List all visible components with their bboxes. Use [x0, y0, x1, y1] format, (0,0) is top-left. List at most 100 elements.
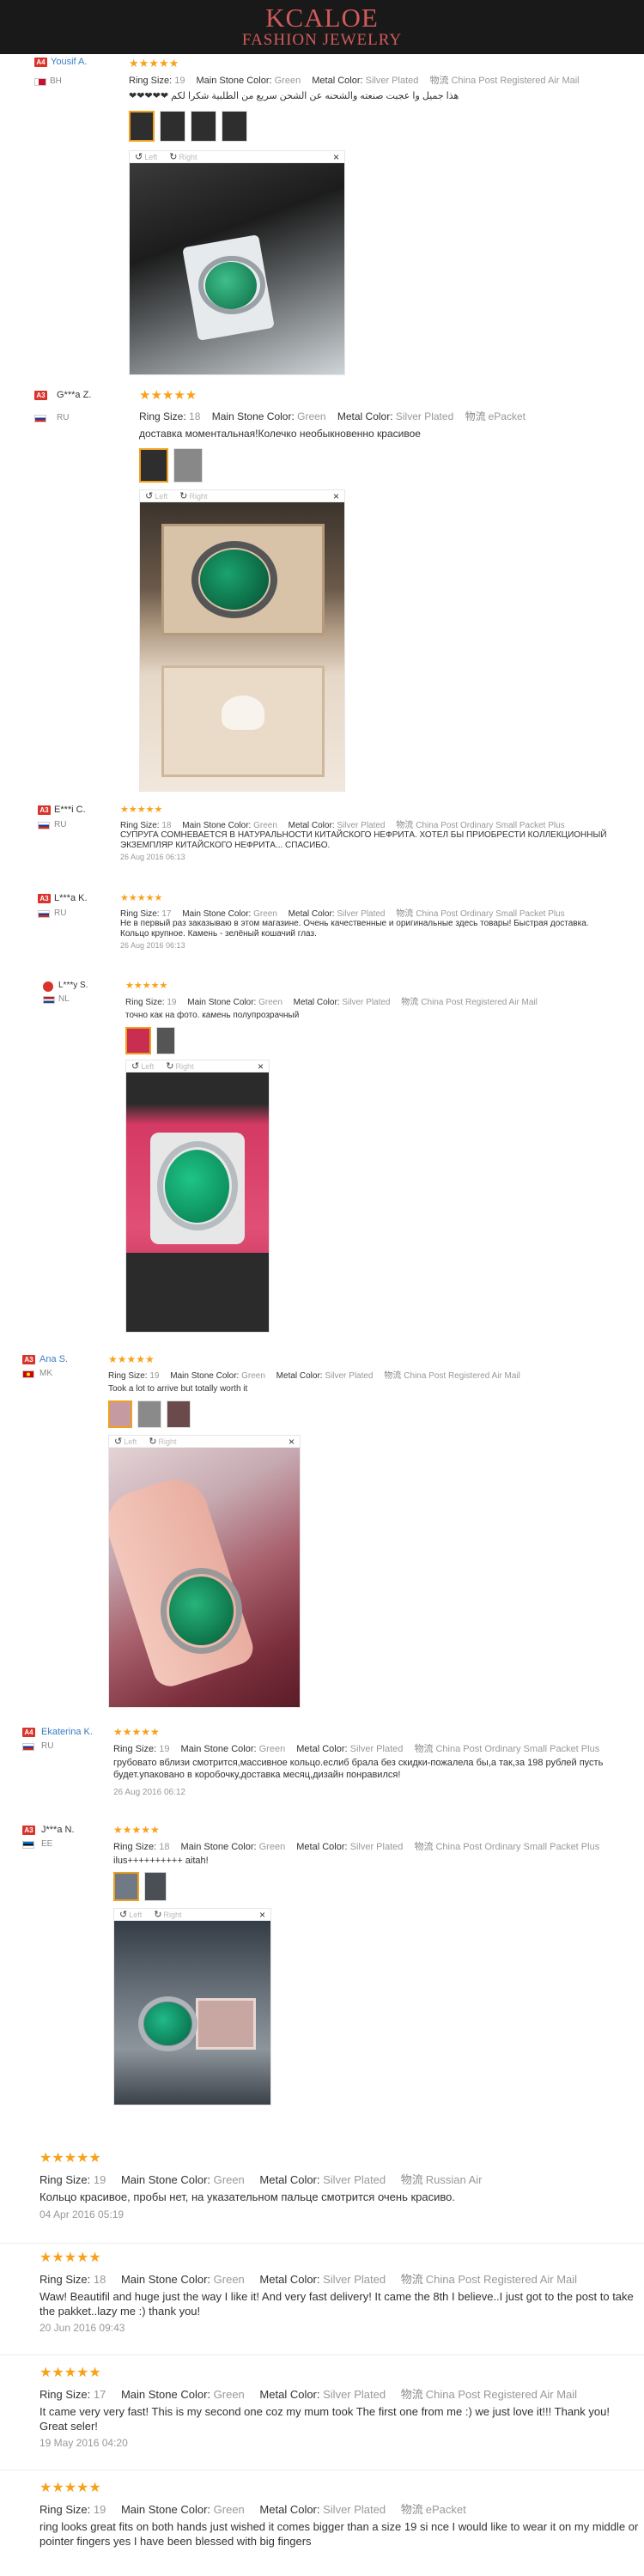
metal-color-label: Metal Color: — [276, 1371, 323, 1381]
stone-color-value: Green — [213, 2388, 245, 2401]
ring-size-label: Ring Size: — [39, 2503, 91, 2516]
photo-thumbnail[interactable] — [144, 1872, 167, 1901]
photo-thumbnail[interactable] — [108, 1400, 132, 1428]
photo-thumbnail[interactable] — [156, 1027, 175, 1054]
rotate-right-button[interactable]: ↻ Right — [154, 1909, 181, 1920]
star-rating: ★★★★★ — [125, 981, 168, 991]
photo-thumbnail[interactable] — [222, 111, 247, 142]
reviewer-name[interactable]: Ekaterina K. — [41, 1727, 93, 1737]
store-header: KCALOE FASHION JEWELRY — [0, 0, 644, 54]
photo-thumbnail[interactable] — [167, 1400, 191, 1428]
reviewer-name[interactable]: Yousif A. — [51, 57, 87, 67]
reviewer-name[interactable]: L***y S. — [58, 981, 88, 990]
ring-size-value: 17 — [161, 909, 172, 919]
photo-thumbnail[interactable] — [160, 111, 185, 142]
country-code: BH — [50, 76, 62, 86]
rotate-right-button[interactable]: ↻ Right — [149, 1436, 176, 1447]
reviewer-name[interactable]: J***a N. — [41, 1825, 75, 1835]
review-photo — [109, 1448, 300, 1707]
stone-color-value: Green — [253, 821, 277, 830]
country-code: RU — [41, 1741, 54, 1751]
ring-size-label: Ring Size: — [39, 2173, 91, 2186]
photo-thumbnail[interactable] — [173, 448, 203, 483]
metal-color-label: Metal Color: — [259, 2503, 320, 2516]
metal-color-label: Metal Color: — [259, 2388, 320, 2401]
metal-color-value: Silver Plated — [323, 2173, 386, 2186]
ring-size-value: 19 — [167, 998, 177, 1007]
shipping-method: ePacket — [425, 2503, 466, 2516]
rotate-right-button[interactable]: ↻ Right — [179, 490, 207, 501]
review-text: ring looks great fits on both hands just… — [39, 2520, 639, 2548]
reviewer-name[interactable]: Ana S. — [39, 1354, 68, 1364]
close-icon[interactable]: × — [333, 490, 339, 502]
close-icon[interactable]: × — [258, 1060, 264, 1072]
close-icon[interactable]: × — [333, 151, 339, 163]
stone-color-value: Green — [258, 1842, 286, 1852]
shipping-icon: 物流 — [384, 1371, 402, 1381]
divider — [0, 2354, 644, 2355]
close-icon[interactable]: × — [289, 1436, 295, 1448]
rotate-right-button[interactable]: ↻ Right — [169, 151, 197, 162]
level-badge: A3 — [38, 805, 51, 815]
rotate-right-icon: ↻ — [169, 152, 178, 162]
order-attributes: Ring Size: 18 Main Stone Color: Green Me… — [120, 817, 574, 830]
divider — [0, 2243, 644, 2244]
review-text: ilus++++++++++ aitah! — [113, 1856, 209, 1866]
photo-thumbnail[interactable] — [137, 1400, 161, 1428]
stone-color-label: Main Stone Color: — [211, 410, 295, 422]
shipping-method: China Post Registered Air Mail — [421, 998, 538, 1007]
stone-color-value: Green — [253, 909, 277, 919]
ring-size-label: Ring Size: — [39, 2388, 91, 2401]
level-badge: A3 — [38, 894, 51, 903]
review-item: ★★★★★ Ring Size: 19 Main Stone Color: Gr… — [0, 2145, 644, 2241]
star-rating: ★★★★★ — [108, 1353, 155, 1365]
order-attributes: Ring Size: 18 Main Stone Color: Green Me… — [113, 1839, 608, 1853]
rotate-left-button[interactable]: ↺ Left — [145, 490, 167, 501]
reviewer-name[interactable]: L***a K. — [54, 893, 88, 903]
rotate-left-label: Left — [141, 1062, 155, 1071]
photo-thumbnail[interactable] — [139, 448, 168, 483]
order-attributes: Ring Size: 18 Main Stone Color: Green Me… — [139, 409, 534, 423]
review-item: ★★★★★ Ring Size: 18 Main Stone Color: Gr… — [0, 2245, 644, 2353]
country-flag-icon — [38, 910, 50, 918]
rotate-left-button[interactable]: ↺ Left — [114, 1436, 137, 1447]
ring-size-value: 18 — [93, 2273, 106, 2286]
photo-thumbnail[interactable] — [191, 111, 216, 142]
level-badge: A3 — [34, 391, 47, 400]
shipping-icon: 物流 — [401, 998, 419, 1007]
shipping-icon: 物流 — [400, 2503, 423, 2516]
shipping-method: China Post Registered Air Mail — [425, 2388, 578, 2401]
photo-thumbnail[interactable] — [129, 111, 155, 142]
viewer-toolbar: ↺ Left ↻ Right × — [114, 1909, 270, 1921]
rotate-left-icon: ↺ — [114, 1437, 123, 1447]
review-item: A4 Ekaterina K. RU ★★★★★ Ring Size: 19 M… — [0, 1724, 644, 1810]
star-rating: ★★★★★ — [39, 2481, 101, 2495]
ring-size-label: Ring Size: — [113, 1744, 157, 1754]
rotate-left-button[interactable]: ↺ Left — [131, 1060, 154, 1072]
country-code: EE — [41, 1839, 53, 1849]
photo-thumbnails — [125, 1027, 175, 1054]
close-icon[interactable]: × — [259, 1909, 265, 1921]
rotate-left-label: Left — [129, 1911, 143, 1919]
country-code: RU — [54, 820, 67, 829]
reviewer-name[interactable]: G***a Z. — [57, 390, 91, 400]
stone-color-value: Green — [258, 1744, 286, 1754]
metal-color-label: Metal Color: — [288, 909, 335, 919]
review-date: 26 Aug 2016 06:12 — [113, 1788, 185, 1797]
order-attributes: Ring Size: 17 Main Stone Color: Green Me… — [39, 2385, 589, 2402]
rotate-right-label: Right — [179, 153, 197, 161]
shipping-icon: 物流 — [400, 2273, 423, 2286]
metal-color-value: Silver Plated — [342, 998, 391, 1007]
rotate-right-button[interactable]: ↻ Right — [166, 1060, 193, 1072]
rotate-left-button[interactable]: ↺ Left — [135, 151, 157, 162]
photo-thumbnail[interactable] — [113, 1872, 139, 1901]
reviewer-name[interactable]: E***i C. — [54, 805, 86, 815]
brand-tagline: FASHION JEWELRY — [241, 30, 403, 49]
stone-color-value: Green — [213, 2503, 245, 2516]
photo-thumbnail[interactable] — [125, 1027, 151, 1054]
shipping-icon: 物流 — [400, 2173, 423, 2186]
rotate-left-button[interactable]: ↺ Left — [119, 1909, 142, 1920]
star-rating: ★★★★★ — [39, 2366, 101, 2380]
review-text: It came very very fast! This is my secon… — [39, 2405, 610, 2433]
order-attributes: Ring Size: 17 Main Stone Color: Green Me… — [120, 906, 574, 919]
